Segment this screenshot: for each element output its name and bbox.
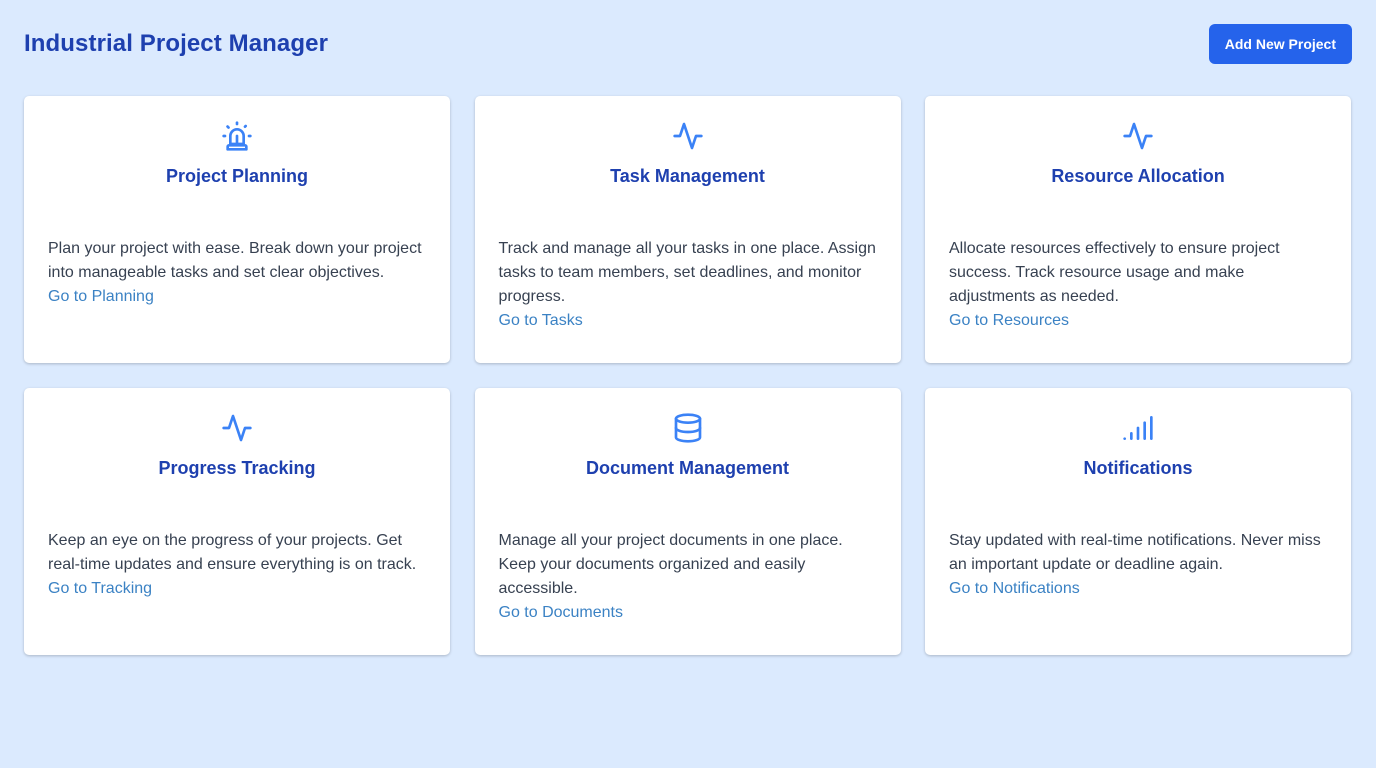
card-title: Task Management — [610, 166, 765, 186]
card-title: Project Planning — [165, 166, 309, 186]
database-icon — [499, 412, 877, 444]
feature-grid: Project Planning Plan your project with … — [24, 96, 1352, 655]
card-description: Manage all your project documents in one… — [498, 532, 843, 597]
card-title: Notifications — [1083, 458, 1193, 478]
go-to-documents-link[interactable]: Go to Documents — [499, 601, 624, 625]
card-resource-allocation: Resource Allocation Allocate resources e… — [925, 96, 1351, 363]
add-new-project-button[interactable]: Add New Project — [1208, 24, 1352, 64]
page: Industrial Project Manager Add New Proje… — [0, 0, 1376, 768]
go-to-tracking-link[interactable]: Go to Tracking — [48, 577, 152, 601]
signal-icon — [949, 412, 1327, 444]
activity-icon — [499, 120, 877, 152]
go-to-resources-link[interactable]: Go to Resources — [949, 309, 1069, 333]
card-title: Progress Tracking — [158, 458, 316, 478]
card-progress-tracking: Progress Tracking Keep an eye on the pro… — [24, 388, 450, 655]
alarm-light-icon — [48, 120, 426, 152]
card-project-planning: Project Planning Plan your project with … — [24, 96, 450, 363]
card-description: Allocate resources effectively to ensure… — [949, 240, 1280, 305]
card-title: Document Management — [585, 458, 790, 478]
go-to-tasks-link[interactable]: Go to Tasks — [499, 309, 583, 333]
card-description: Keep an eye on the progress of your proj… — [48, 532, 417, 573]
go-to-notifications-link[interactable]: Go to Notifications — [949, 577, 1080, 601]
card-title: Resource Allocation — [1051, 166, 1225, 186]
card-document-management: Document Management Manage all your proj… — [474, 388, 901, 655]
activity-icon — [949, 120, 1327, 152]
go-to-planning-link[interactable]: Go to Planning — [48, 285, 154, 309]
page-title: Industrial Project Manager — [24, 30, 329, 57]
card-task-management: Task Management Track and manage all you… — [474, 96, 901, 363]
card-description: Track and manage all your tasks in one p… — [498, 240, 876, 305]
card-notifications: Notifications Stay updated with real-tim… — [925, 388, 1351, 655]
activity-icon — [48, 412, 426, 444]
header: Industrial Project Manager Add New Proje… — [24, 0, 1352, 88]
card-description: Stay updated with real-time notification… — [949, 532, 1321, 573]
card-description: Plan your project with ease. Break down … — [48, 240, 422, 281]
